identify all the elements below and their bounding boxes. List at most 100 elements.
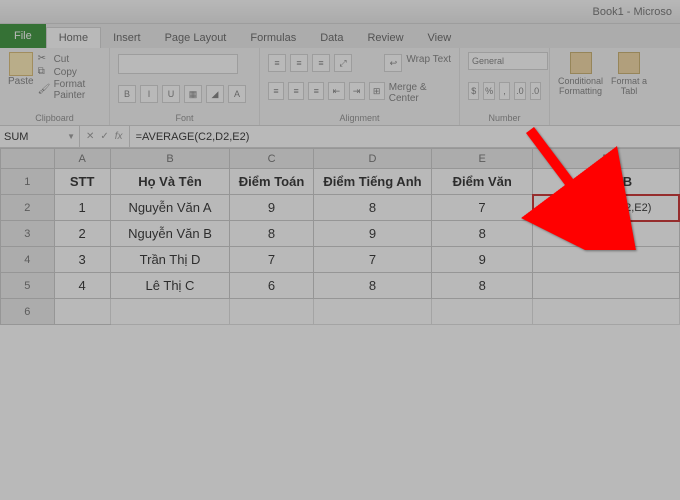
bold-button[interactable]: B [118,85,136,103]
select-all-button[interactable] [1,149,55,169]
group-label-clipboard: Clipboard [8,111,101,123]
tab-formulas[interactable]: Formulas [238,28,308,48]
cut-button[interactable]: ✂Cut [38,53,101,65]
cancel-formula-button[interactable]: ✕ [86,131,94,142]
indent-inc-button[interactable]: ⇥ [349,82,365,100]
worksheet[interactable]: A B C D E F 1 STT Họ Và Tên Điểm Toán Đi… [0,148,680,325]
workbook-title: Book1 - Microso [593,6,672,18]
fx-button[interactable]: fx [115,131,123,142]
tab-insert[interactable]: Insert [101,28,153,48]
underline-button[interactable]: U [162,85,180,103]
align-top-button[interactable]: ≡ [268,54,286,72]
cell[interactable]: STT [54,169,110,195]
conditional-formatting-button[interactable]: Conditional Formatting [558,52,603,96]
row-header[interactable]: 2 [1,195,55,221]
paste-button[interactable]: Paste [8,52,34,102]
cell[interactable]: 7 [432,195,533,221]
col-header-c[interactable]: C [230,149,313,169]
tab-page-layout[interactable]: Page Layout [153,28,239,48]
orientation-button[interactable]: ⤢ [334,54,352,72]
wrap-text-button[interactable]: Wrap Text [406,54,451,72]
cell[interactable] [54,299,110,325]
inc-decimal-button[interactable]: .0 [514,82,525,100]
wrap-icon: ↩ [384,54,402,72]
cell[interactable] [432,299,533,325]
group-label-alignment: Alignment [268,111,451,123]
font-color-button[interactable]: A [228,85,246,103]
cell[interactable]: 4 [54,273,110,299]
cell[interactable] [533,221,679,247]
cell[interactable]: 6 [230,273,313,299]
group-alignment: ≡ ≡ ≡ ⤢ ↩ Wrap Text ≡ ≡ ≡ ⇤ ⇥ ⊞ Merge & … [260,48,460,125]
name-box-input[interactable] [4,131,67,143]
cell[interactable] [533,247,679,273]
copy-button[interactable]: ⧉Copy [38,66,101,78]
cell[interactable]: Nguyễn Văn B [110,221,230,247]
cell[interactable]: 8 [230,221,313,247]
tab-view[interactable]: View [416,28,464,48]
cell[interactable]: Lê Thị C [110,273,230,299]
currency-button[interactable]: $ [468,82,479,100]
col-header-e[interactable]: E [432,149,533,169]
cell[interactable]: 8 [313,195,432,221]
cell[interactable]: Điểm Văn [432,169,533,195]
row-header[interactable]: 5 [1,273,55,299]
align-left-button[interactable]: ≡ [268,82,284,100]
accept-formula-button[interactable]: ✓ [100,131,108,142]
cell[interactable]: Điểm Tiếng Anh [313,169,432,195]
merge-center-button[interactable]: Merge & Center [389,82,451,104]
col-header-f[interactable]: F [533,149,679,169]
row-header[interactable]: 1 [1,169,55,195]
tab-file[interactable]: File [0,24,46,48]
name-box[interactable]: ▼ [0,126,80,147]
align-right-button[interactable]: ≡ [308,82,324,100]
indent-dec-button[interactable]: ⇤ [328,82,344,100]
cell[interactable]: 1 [54,195,110,221]
row-header[interactable]: 6 [1,299,55,325]
cell[interactable]: 8 [432,273,533,299]
col-header-d[interactable]: D [313,149,432,169]
number-format-select[interactable]: General [468,52,548,70]
fill-color-button[interactable]: ◢ [206,85,224,103]
cell[interactable] [110,299,230,325]
row-header[interactable]: 3 [1,221,55,247]
cell[interactable] [533,273,679,299]
percent-button[interactable]: % [483,82,494,100]
cell[interactable] [313,299,432,325]
font-family-select[interactable] [118,54,238,74]
cell[interactable]: Nguyễn Văn A [110,195,230,221]
col-header-b[interactable]: B [110,149,230,169]
active-cell-f2[interactable]: =AVERAGE(C2,D2,E2) [533,195,679,221]
cell[interactable] [533,299,679,325]
align-mid-button[interactable]: ≡ [290,54,308,72]
comma-button[interactable]: , [499,82,510,100]
cell[interactable]: Điểm TB [533,169,679,195]
border-button[interactable]: ▦ [184,85,202,103]
cell[interactable]: 9 [432,247,533,273]
cell[interactable]: Trần Thị D [110,247,230,273]
cell[interactable]: Điểm Toán [230,169,313,195]
cell[interactable]: 3 [54,247,110,273]
col-header-a[interactable]: A [54,149,110,169]
format-as-table-button[interactable]: Format a Tabl [611,52,647,96]
cell[interactable]: 8 [432,221,533,247]
cell[interactable]: 7 [230,247,313,273]
tab-review[interactable]: Review [355,28,415,48]
cell[interactable]: 2 [54,221,110,247]
row-header[interactable]: 4 [1,247,55,273]
chevron-down-icon[interactable]: ▼ [67,132,75,141]
italic-button[interactable]: I [140,85,158,103]
tab-home[interactable]: Home [46,27,101,48]
cell[interactable] [230,299,313,325]
format-painter-button[interactable]: 🖌Format Painter [38,79,101,101]
cell[interactable]: 9 [230,195,313,221]
cell[interactable]: 7 [313,247,432,273]
dec-decimal-button[interactable]: .0 [530,82,541,100]
align-center-button[interactable]: ≡ [288,82,304,100]
cell[interactable]: 8 [313,273,432,299]
tab-data[interactable]: Data [308,28,355,48]
cell[interactable]: Họ Và Tên [110,169,230,195]
formula-input[interactable]: =AVERAGE(C2,D2,E2) [130,126,680,147]
align-bot-button[interactable]: ≡ [312,54,330,72]
cell[interactable]: 9 [313,221,432,247]
